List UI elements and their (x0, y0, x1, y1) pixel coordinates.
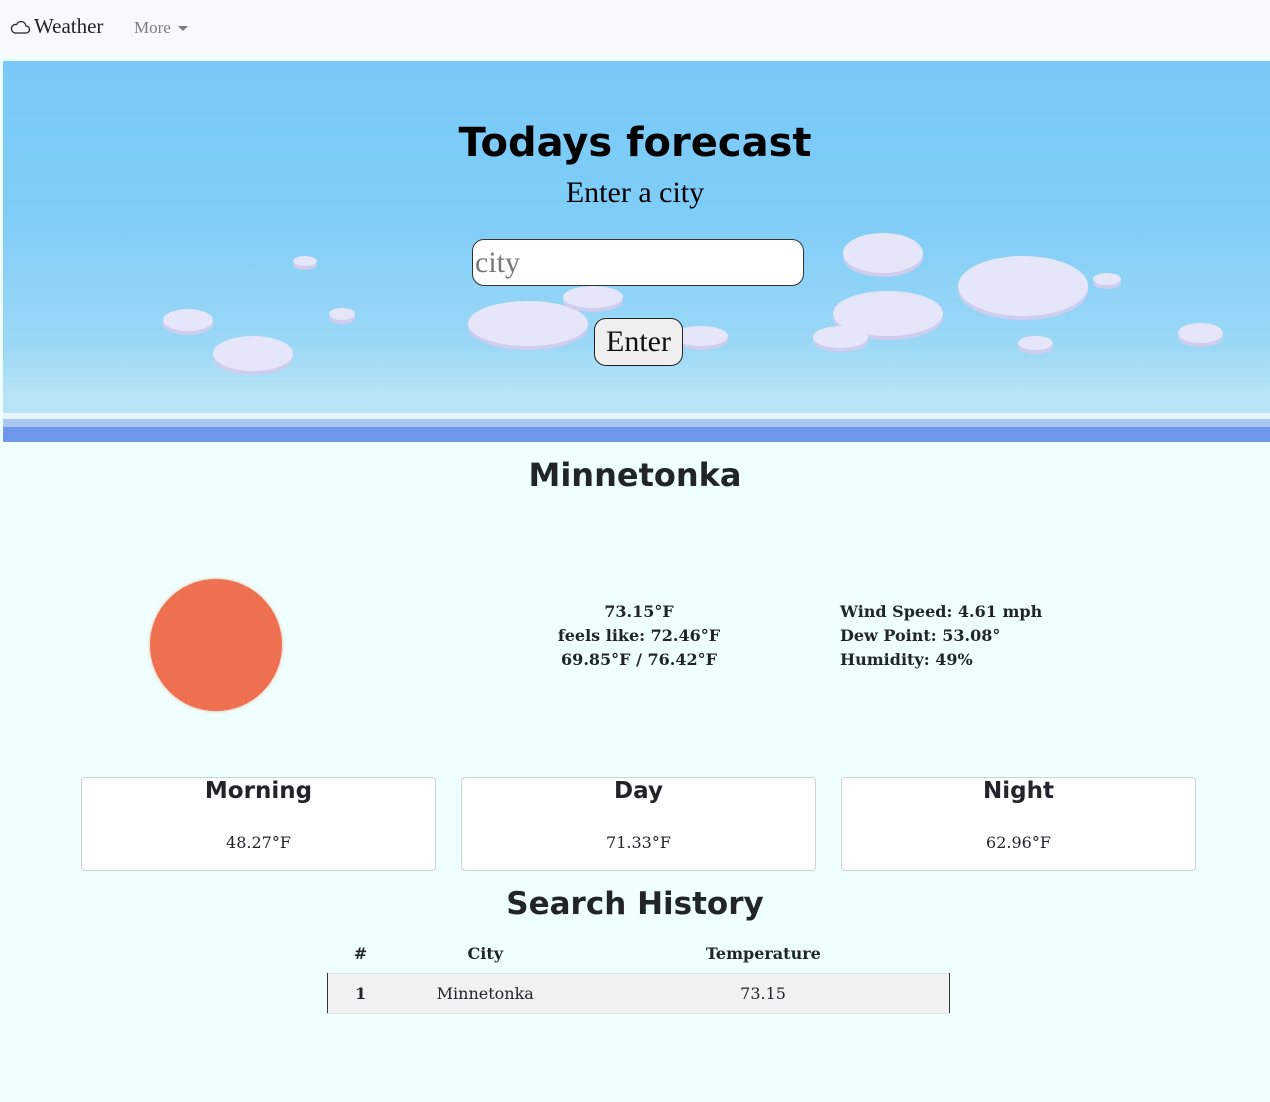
cloud-decoration (1018, 336, 1053, 350)
more-dropdown[interactable]: More (134, 18, 188, 38)
period-title: Morning (204, 778, 313, 804)
more-label: More (134, 18, 171, 37)
column-header-number: # (353, 943, 368, 963)
feels-like: feels like: 72.46°F (557, 626, 721, 645)
enter-button[interactable]: Enter (594, 318, 683, 366)
cloud-icon (10, 20, 30, 34)
period-card-morning: Morning 48.27°F (81, 777, 436, 871)
row-number: 1 (327, 973, 394, 1014)
period-card-night: Night 62.96°F (841, 777, 1196, 871)
city-name: Minnetonka (528, 456, 742, 494)
humidity: Humidity: 49% (840, 650, 973, 669)
cloud-decoration (329, 308, 355, 320)
page-title: Todays forecast (458, 120, 812, 166)
cloud-decoration (813, 326, 868, 348)
city-input[interactable] (472, 239, 804, 286)
cloud-decoration (293, 256, 317, 266)
min-max-temperature: 69.85°F / 76.42°F (561, 650, 717, 669)
column-header-temperature: Temperature (705, 943, 821, 963)
cloud-decoration (1178, 323, 1223, 343)
weather-details: Wind Speed: 4.61 mph Dew Point: 53.08° H… (840, 600, 1042, 672)
column-header-city: City (467, 943, 504, 963)
wind-speed: Wind Speed: 4.61 mph (840, 602, 1043, 621)
period-card-day: Day 71.33°F (461, 777, 816, 871)
current-temperature: 73.15°F (604, 602, 674, 621)
cloud-decoration (958, 256, 1088, 316)
horizon-band (3, 419, 1270, 427)
page-subtitle: Enter a city (565, 176, 705, 209)
period-title: Night (983, 778, 1054, 804)
dew-point: Dew Point: 53.08° (840, 626, 1001, 645)
period-title: Day (614, 778, 663, 804)
cloud-decoration (163, 309, 213, 331)
cloud-decoration (563, 286, 623, 308)
search-history-title: Search History (506, 886, 764, 922)
temperature-summary: 73.15°F feels like: 72.46°F 69.85°F / 76… (540, 600, 738, 672)
search-history-table: # City Temperature 1 Minnetonka 73.15 (327, 933, 951, 1014)
row-temperature: 73.15 (577, 973, 951, 1014)
cloud-decoration (843, 233, 923, 273)
brand-label: Weather (34, 14, 104, 38)
cloud-decoration (1093, 273, 1121, 285)
period-temperature: 48.27°F (226, 833, 291, 852)
sun-icon (150, 579, 282, 711)
sea-band (3, 427, 1270, 442)
table-row[interactable]: 1 Minnetonka 73.15 (327, 973, 951, 1014)
navbar: Weather More (0, 0, 1270, 56)
period-temperature: 71.33°F (606, 833, 671, 852)
brand-link[interactable]: Weather (10, 14, 103, 39)
table-header-row: # City Temperature (328, 933, 950, 974)
cloud-decoration (213, 336, 293, 371)
caret-down-icon (177, 25, 188, 31)
cloud-decoration (468, 301, 588, 346)
row-city: Minnetonka (393, 973, 578, 1014)
period-temperature: 62.96°F (986, 833, 1051, 852)
